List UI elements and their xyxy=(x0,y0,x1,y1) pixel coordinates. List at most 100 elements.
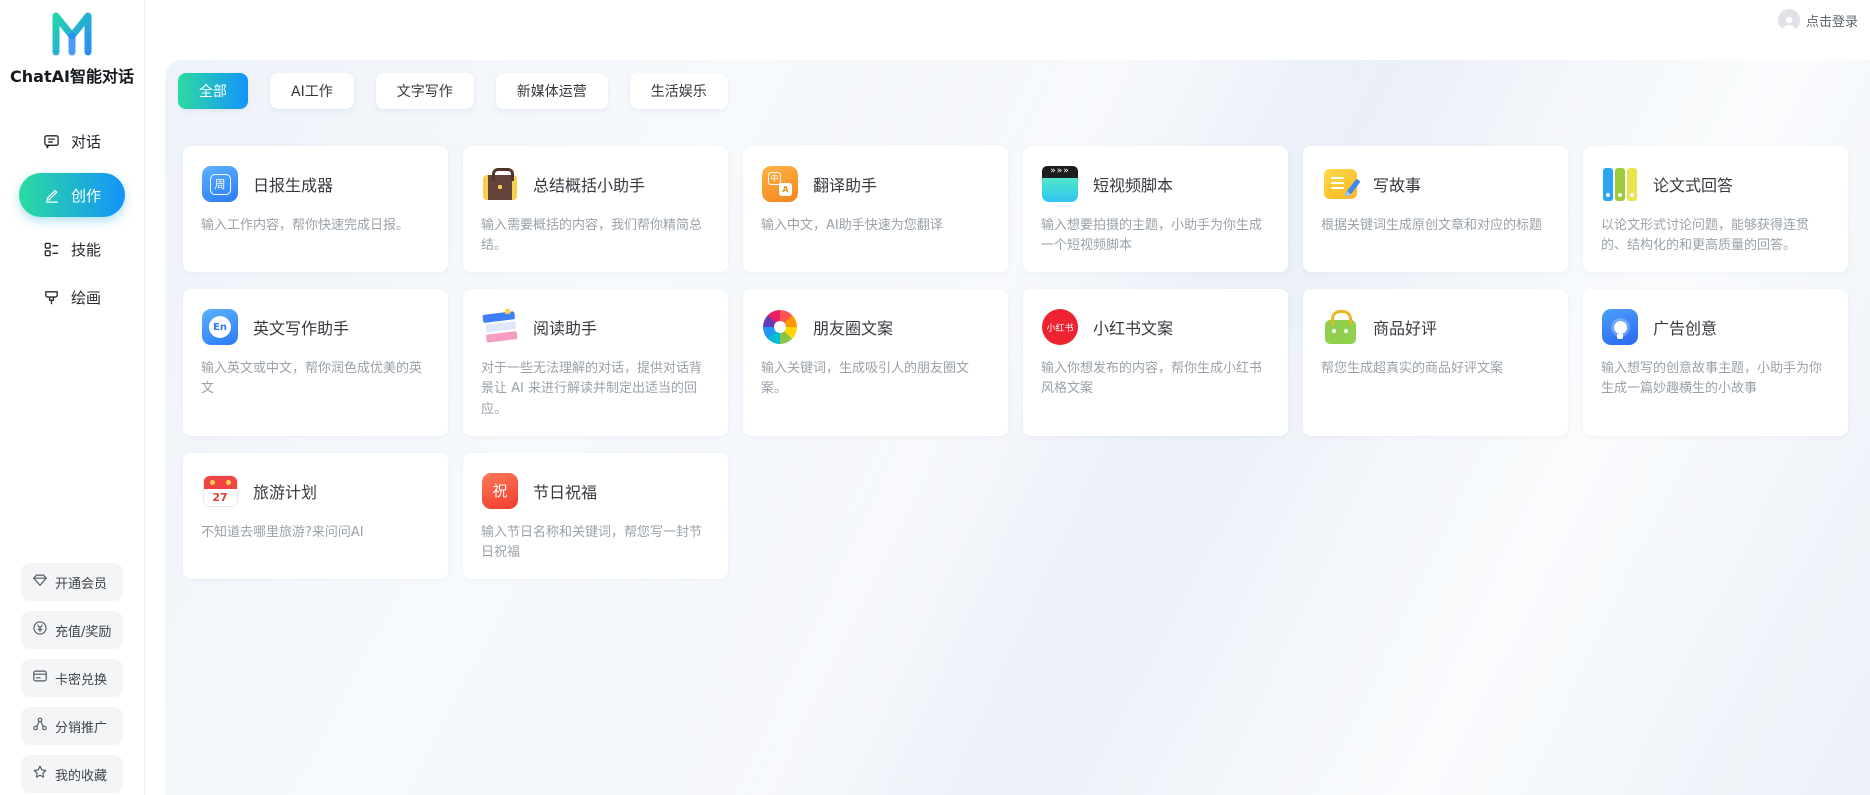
card-story-note[interactable]: 写故事 根据关键词生成原创文章和对应的标题 xyxy=(1303,146,1568,273)
translate-icon: 中A xyxy=(761,165,799,203)
sidebar-action-star[interactable]: 我的收藏 xyxy=(21,755,123,793)
card-title: 论文式回答 xyxy=(1653,176,1734,195)
card-briefcase[interactable]: 总结概括小助手 输入需要概括的内容，我们帮你精简总结。 xyxy=(463,146,728,273)
card-description: 输入你想发布的内容，帮你生成小红书风格文案 xyxy=(1041,361,1263,397)
card-binders[interactable]: 论文式回答以论文形式讨论问题，能够获得连贯的、结构化的和更高质量的回答。 xyxy=(1583,146,1848,273)
brand-title: ChatAI智能对话 xyxy=(10,67,134,86)
card-english-writing[interactable]: En 英文写作助手 输入英文或中文，帮你润色成优美的英文 xyxy=(183,289,448,436)
sidebar-actions: 开通会员充值/奖励卡密兑换分销推广我的收藏 xyxy=(0,563,144,793)
card-description: 输入英文或中文，帮你润色成优美的英文 xyxy=(201,361,423,397)
travel-calendar-icon: 27 xyxy=(201,472,239,510)
sidebar-action-label: 分销推广 xyxy=(55,720,108,736)
tab-all[interactable]: 全部 xyxy=(178,73,248,109)
star-icon xyxy=(32,764,48,784)
login-label: 点击登录 xyxy=(1805,14,1858,30)
card-xiaohongshu[interactable]: 小红书 小红书文案 输入你想发布的内容，帮你生成小红书风格文案 xyxy=(1023,289,1288,436)
card-books[interactable]: 阅读助手对于一些无法理解的对话，提供对话背景让 AI 来进行解读并制定出适当的回… xyxy=(463,289,728,436)
sidebar: ChatAI智能对话 对话创作技能绘画 开通会员充值/奖励卡密兑换分销推广我的收… xyxy=(0,0,145,795)
sidebar-nav: 对话 创作 技能 绘画 xyxy=(0,125,144,313)
card-daily-report[interactable]: 周日报生成器 输入工作内容，帮你快速完成日报。 xyxy=(183,146,448,273)
card-header: 写故事 xyxy=(1321,165,1550,203)
story-note-icon xyxy=(1321,165,1359,203)
card-travel-calendar[interactable]: 27 旅游计划不知道去哪里旅游?来问问AI xyxy=(183,452,448,579)
sidebar-item-skills-grid[interactable]: 技能 xyxy=(33,233,111,265)
sidebar-action-label: 充值/奖励 xyxy=(55,624,112,640)
tab-4[interactable]: 生活娱乐 xyxy=(629,73,728,109)
card-description: 不知道去哪里旅游?来问问AI xyxy=(201,524,364,540)
tab-1[interactable]: AI工作 xyxy=(270,73,354,109)
card-idea-bulb[interactable]: 广告创意输入想写的创意故事主题，小助手为你生成一篇妙趣横生的小故事 xyxy=(1583,289,1848,436)
share-network-icon xyxy=(32,716,48,736)
card-translate[interactable]: 中 A 翻译助手 输入中文，AI助手快速为您翻译 xyxy=(743,146,1008,273)
festival-icon: 祝 xyxy=(481,472,519,510)
card-title: 阅读助手 xyxy=(533,319,598,339)
sidebar-item-label: 创作 xyxy=(70,186,101,205)
clapperboard-icon: »»» xyxy=(1041,165,1079,203)
card-header: En 英文写作助手 xyxy=(201,308,430,346)
sidebar-item-label: 绘画 xyxy=(70,288,101,307)
card-header: 祝节日祝福 xyxy=(481,472,710,510)
card-header: 广告创意 xyxy=(1601,308,1830,346)
briefcase-icon xyxy=(481,165,519,203)
card-description: 对于一些无法理解的对话，提供对话背景让 AI 来进行解读并制定出适当的回应。 xyxy=(481,361,703,417)
card-moments-pinwheel[interactable]: 朋友圈文案输入关键词，生成吸引人的朋友圈文案。 xyxy=(743,289,1008,436)
content-panel: 全部 AI工作 文字写作 新媒体运营 生活娱乐 周日报生成器 输入工作内容，帮你快速完成日… xyxy=(165,60,1870,795)
card-header: 小红书 小红书文案 xyxy=(1041,308,1270,346)
paint-brush-icon xyxy=(43,288,61,306)
card-header: 周日报生成器 xyxy=(201,165,430,203)
sidebar-action-label: 开通会员 xyxy=(55,576,108,592)
sidebar-action-label: 我的收藏 xyxy=(55,768,108,784)
card-header: 阅读助手 xyxy=(481,308,710,346)
card-description: 输入关键词，生成吸引人的朋友圈文案。 xyxy=(761,361,970,397)
card-description: 输入需要概括的内容，我们帮你精简总结。 xyxy=(481,218,703,254)
card-description: 以论文形式讨论问题，能够获得连贯的、结构化的和更高质量的回答。 xyxy=(1601,218,1810,254)
card-description: 输入想要拍摄的主题，小助手为你生成一个短视频脚本 xyxy=(1041,218,1263,254)
sidebar-action-share-network[interactable]: 分销推广 xyxy=(21,707,123,745)
tab-3[interactable]: 新媒体运营 xyxy=(495,73,608,109)
card-shopping-bag[interactable]: 商品好评帮您生成超真实的商品好评文案 xyxy=(1303,289,1568,436)
tab-2[interactable]: 文字写作 xyxy=(375,73,474,109)
card-title: 短视频脚本 xyxy=(1093,176,1174,195)
sidebar-item-pencil[interactable]: 创作 xyxy=(19,173,125,217)
books-icon xyxy=(481,308,519,346)
card-clapperboard[interactable]: »»» 短视频脚本输入想要拍摄的主题，小助手为你生成一个短视频脚本 xyxy=(1023,146,1288,273)
coin-yen-icon xyxy=(32,620,48,640)
card-description: 输入节日名称和关键词，帮您写一封节日祝福 xyxy=(481,524,703,560)
card-title: 小红书文案 xyxy=(1093,319,1174,339)
card-header: 总结概括小助手 xyxy=(481,165,710,203)
xiaohongshu-icon: 小红书 xyxy=(1041,308,1079,346)
sidebar-action-card[interactable]: 卡密兑换 xyxy=(21,659,123,697)
category-tabs: 全部 AI工作 文字写作 新媒体运营 生活娱乐 xyxy=(165,60,1870,109)
skills-grid-icon xyxy=(43,240,61,258)
moments-pinwheel-icon xyxy=(761,308,799,346)
daily-report-icon: 周 xyxy=(201,165,239,203)
idea-bulb-icon xyxy=(1601,308,1639,346)
sidebar-item-chat-bubble[interactable]: 对话 xyxy=(33,125,111,157)
card-header: »»» 短视频脚本 xyxy=(1041,165,1270,203)
sidebar-action-coin-yen[interactable]: 充值/奖励 xyxy=(21,611,123,649)
app-root: ChatAI智能对话 对话创作技能绘画 开通会员充值/奖励卡密兑换分销推广我的收… xyxy=(0,0,1870,795)
main-area: 点击登录 全部 AI工作 文字写作 新媒体运营 生活娱乐 周日报生成器 输入工作内容，帮你… xyxy=(145,0,1870,795)
sidebar-item-paint-brush[interactable]: 绘画 xyxy=(33,281,111,313)
card-title: 写故事 xyxy=(1373,176,1422,195)
card-header: 商品好评 xyxy=(1321,308,1550,346)
login-button[interactable]: 点击登录 xyxy=(1777,9,1858,31)
card-header: 27 旅游计划 xyxy=(201,472,430,510)
cards-grid: 周日报生成器 输入工作内容，帮你快速完成日报。 总结概括小助手 输入需要概括的内容，我… xyxy=(165,146,1870,579)
sidebar-action-label: 卡密兑换 xyxy=(55,672,108,688)
card-title: 英文写作助手 xyxy=(253,319,350,339)
card-title: 翻译助手 xyxy=(813,176,878,195)
shopping-bag-icon xyxy=(1321,308,1359,346)
card-description: 输入想写的创意故事主题，小助手为你生成一篇妙趣横生的小故事 xyxy=(1601,361,1823,397)
card-title: 朋友圈文案 xyxy=(813,319,894,339)
card-header: 朋友圈文案 xyxy=(761,308,990,346)
sidebar-action-gem[interactable]: 开通会员 xyxy=(21,563,123,601)
chat-bubble-icon xyxy=(43,132,61,150)
pencil-icon xyxy=(43,186,61,204)
sidebar-item-label: 对话 xyxy=(70,132,101,151)
sidebar-item-label: 技能 xyxy=(70,240,101,259)
card-header: 论文式回答 xyxy=(1601,165,1830,203)
card-description: 帮您生成超真实的商品好评文案 xyxy=(1321,361,1504,377)
binders-icon xyxy=(1601,165,1639,203)
card-festival[interactable]: 祝节日祝福输入节日名称和关键词，帮您写一封节日祝福 xyxy=(463,452,728,579)
